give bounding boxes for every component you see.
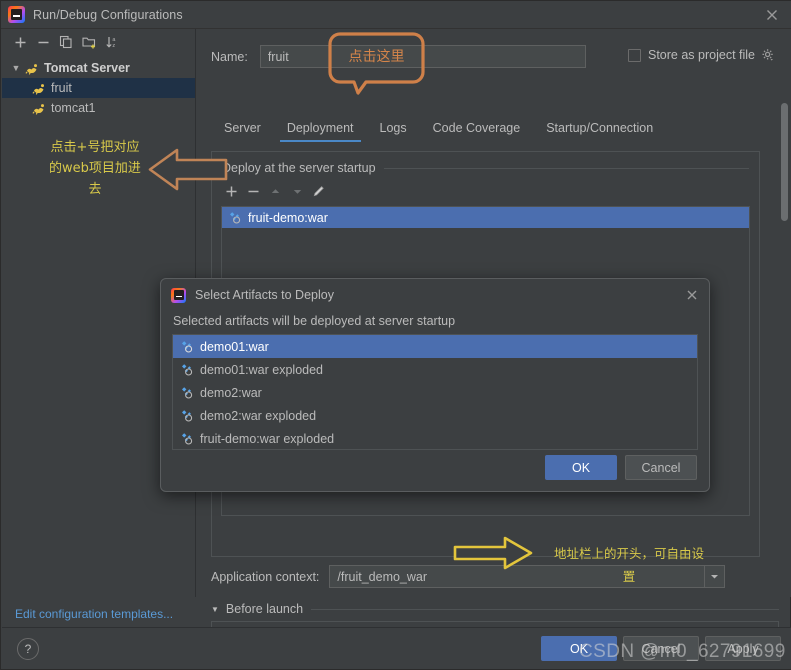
sidebar-item-label: tomcat1	[51, 101, 96, 115]
name-row: Name:	[211, 45, 586, 68]
tab-deployment[interactable]: Deployment	[274, 121, 367, 142]
artifact-icon	[228, 211, 242, 224]
editor-scrollbar[interactable]	[781, 75, 788, 537]
list-item[interactable]: demo2:war exploded	[173, 404, 697, 427]
modal-title-bar: Select Artifacts to Deploy	[161, 279, 709, 311]
tab-server[interactable]: Server	[211, 121, 274, 142]
chevron-down-icon[interactable]: ▼	[10, 63, 22, 73]
intellij-idea-logo-icon	[8, 6, 25, 23]
name-label: Name:	[211, 49, 248, 64]
artifacts-list[interactable]: demo01:war demo01:war exploded demo2:war…	[172, 334, 698, 450]
sidebar-item-label: fruit	[51, 81, 72, 95]
select-artifacts-dialog: Select Artifacts to Deploy Selected arti…	[160, 278, 710, 492]
before-launch-label: Before launch	[225, 602, 304, 616]
modal-ok-button[interactable]: OK	[545, 455, 617, 480]
cancel-button[interactable]: Cancel	[623, 636, 699, 661]
artifact-icon	[180, 363, 194, 376]
list-item[interactable]: fruit-demo:war exploded	[173, 427, 697, 449]
editor-tabs: Server Deployment Logs Code Coverage Sta…	[211, 121, 666, 142]
copy-icon[interactable]	[56, 32, 76, 52]
close-icon[interactable]	[763, 6, 781, 24]
application-context-label: Application context:	[211, 569, 320, 584]
edit-configuration-templates-link[interactable]: Edit configuration templates...	[15, 607, 173, 621]
application-context-combobox[interactable]	[329, 565, 726, 588]
artifact-icon	[180, 432, 194, 445]
modal-subtitle: Selected artifacts will be deployed at s…	[173, 314, 456, 328]
title-bar: Run/Debug Configurations	[1, 1, 791, 29]
list-item[interactable]: demo2:war	[173, 381, 697, 404]
add-configuration-button[interactable]	[10, 32, 30, 52]
close-icon[interactable]	[684, 287, 700, 303]
sidebar-item-fruit[interactable]: fruit	[2, 78, 195, 98]
chevron-down-icon[interactable]	[704, 566, 725, 587]
modal-cancel-button[interactable]: Cancel	[625, 455, 697, 480]
svg-text:z: z	[112, 43, 115, 49]
tab-code-coverage[interactable]: Code Coverage	[420, 121, 534, 142]
artifact-icon	[180, 386, 194, 399]
list-item-label: fruit-demo:war	[248, 210, 328, 225]
run-debug-configurations-window: Run/Debug Configurations a z ▼ Tomcat Se…	[0, 0, 791, 670]
intellij-idea-logo-icon	[171, 287, 186, 303]
list-item[interactable]: demo01:war	[173, 335, 697, 358]
sidebar-item-tomcat1[interactable]: tomcat1	[2, 98, 195, 118]
tree-group-label: Tomcat Server	[44, 61, 130, 75]
arrow-up-icon[interactable]	[265, 181, 285, 201]
gear-icon[interactable]	[761, 48, 775, 62]
header-divider	[383, 167, 749, 169]
list-item-label: demo2:war exploded	[200, 408, 317, 423]
configurations-tree: ▼ Tomcat Server fruit tomcat1	[2, 58, 195, 118]
footer-buttons: OK Cancel Apply	[541, 636, 781, 661]
remove-artifact-button[interactable]	[243, 181, 263, 201]
tab-startup-connection[interactable]: Startup/Connection	[533, 121, 666, 142]
list-item[interactable]: demo01:war exploded	[173, 358, 697, 381]
pencil-icon[interactable]	[309, 181, 329, 201]
store-as-project-file-checkbox[interactable]	[628, 48, 641, 62]
tree-group-tomcat-server[interactable]: ▼ Tomcat Server	[2, 58, 195, 78]
sort-alpha-icon[interactable]: a z	[102, 32, 122, 52]
scrollbar-thumb[interactable]	[781, 103, 788, 221]
remove-configuration-button[interactable]	[33, 32, 53, 52]
modal-title: Select Artifacts to Deploy	[195, 288, 334, 302]
before-launch-header[interactable]: ▼ Before launch	[211, 602, 779, 616]
application-context-row: Application context:	[211, 565, 726, 588]
triangle-down-icon[interactable]: ▼	[211, 605, 219, 614]
list-item[interactable]: fruit-demo:war	[222, 207, 749, 228]
list-item-label: demo01:war	[200, 339, 269, 354]
ok-button[interactable]: OK	[541, 636, 617, 661]
application-context-input[interactable]	[330, 569, 705, 584]
list-item-label: fruit-demo:war exploded	[200, 431, 335, 446]
folder-add-icon[interactable]	[79, 32, 99, 52]
deploy-at-startup-header: Deploy at the server startup	[212, 152, 759, 175]
tomcat-icon	[32, 82, 46, 95]
list-item-label: demo2:war	[200, 385, 262, 400]
header-divider	[311, 608, 779, 610]
modal-buttons: OK Cancel	[545, 455, 697, 480]
dialog-footer: ? OK Cancel Apply	[2, 627, 791, 669]
store-as-project-file-label: Store as project file	[648, 48, 755, 62]
add-artifact-button[interactable]	[221, 181, 241, 201]
arrow-down-icon[interactable]	[287, 181, 307, 201]
question-mark-icon[interactable]: ?	[17, 638, 39, 660]
tomcat-icon	[25, 62, 39, 75]
apply-button[interactable]: Apply	[705, 636, 781, 661]
list-item-label: demo01:war exploded	[200, 362, 323, 377]
deployment-toolbar	[212, 175, 759, 206]
name-input[interactable]	[259, 45, 586, 68]
store-as-project-file-row: Store as project file	[628, 48, 775, 62]
window-title: Run/Debug Configurations	[33, 7, 183, 22]
tomcat-icon	[32, 102, 46, 115]
artifact-icon	[180, 340, 194, 353]
artifact-icon	[180, 409, 194, 422]
sidebar-toolbar: a z	[2, 29, 195, 55]
deploy-at-startup-label: Deploy at the server startup	[222, 161, 376, 175]
tab-logs[interactable]: Logs	[367, 121, 420, 142]
